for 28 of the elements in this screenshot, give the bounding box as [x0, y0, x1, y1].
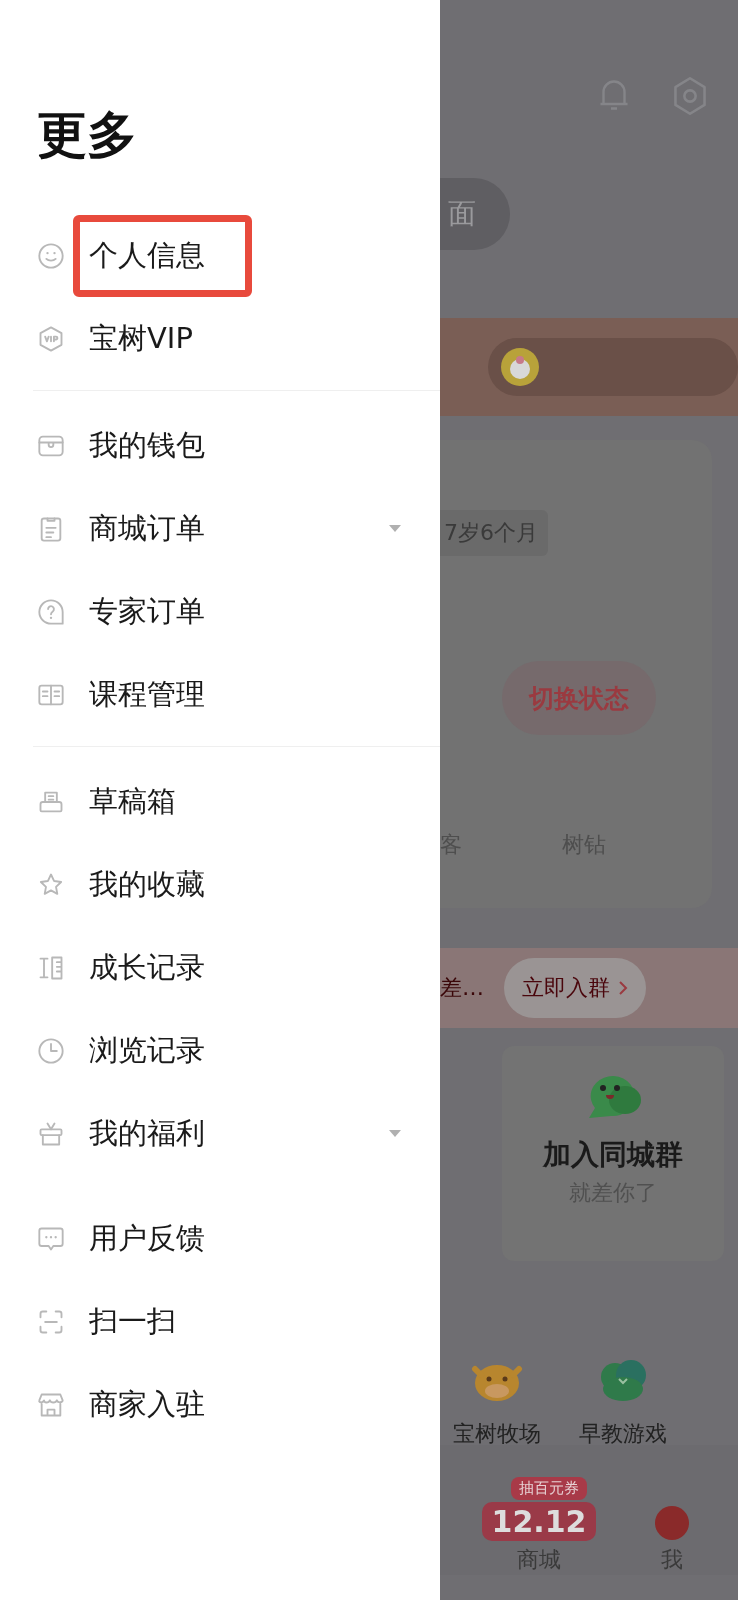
- group-title: 加入同城群: [543, 1137, 683, 1173]
- highlight-frame: 个人信息: [73, 214, 252, 297]
- menu-item[interactable]: 课程管理: [37, 653, 440, 736]
- menu-item[interactable]: 商城订单: [37, 487, 440, 570]
- menu-item[interactable]: 个人信息: [37, 214, 440, 297]
- menu-item[interactable]: 我的福利: [37, 1092, 440, 1175]
- drawer-title: 更多: [37, 105, 137, 165]
- menu-item[interactable]: 商家入驻: [37, 1363, 440, 1446]
- smiley-icon: [37, 241, 65, 270]
- promo-tag: 抽百元券: [511, 1477, 587, 1500]
- menu-item[interactable]: 专家订单: [37, 570, 440, 653]
- menu-item[interactable]: 用户反馈: [37, 1197, 440, 1280]
- menu-item[interactable]: 扫一扫: [37, 1280, 440, 1363]
- question-icon: [37, 597, 65, 626]
- avatar-icon: [654, 1505, 690, 1541]
- menu-item[interactable]: 浏览记录: [37, 1009, 440, 1092]
- avatar-icon: [500, 347, 540, 387]
- banner-text: 差…: [440, 974, 484, 1002]
- join-button[interactable]: 立即入群: [504, 958, 646, 1018]
- sale-logo: 12.12: [481, 1502, 597, 1541]
- clock-icon: [37, 1036, 65, 1065]
- hexagon-icon: [37, 324, 65, 353]
- menu-item[interactable]: 成长记录: [37, 926, 440, 1009]
- menu-item[interactable]: 草稿箱: [37, 760, 440, 843]
- menu-item[interactable]: 宝树VIP: [37, 297, 440, 380]
- menu-item[interactable]: 我的钱包: [37, 404, 440, 487]
- menu-item[interactable]: 我的收藏: [37, 843, 440, 926]
- chevron-icon: [618, 980, 628, 996]
